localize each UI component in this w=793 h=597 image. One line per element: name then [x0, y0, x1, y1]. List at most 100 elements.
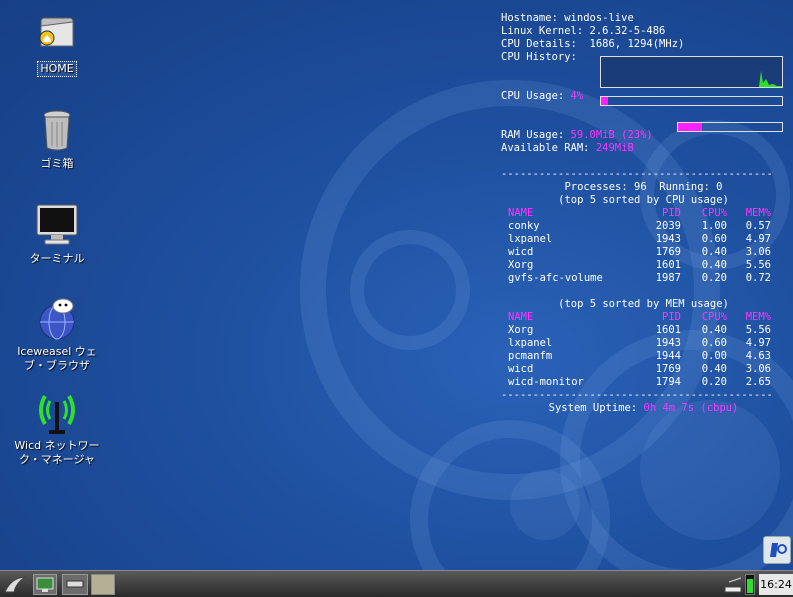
- process-cell: 1769: [655, 246, 681, 258]
- column-header: NAME: [508, 311, 534, 323]
- available-ram-row: Available RAM: 249MiB: [501, 142, 786, 155]
- column-header: NAME: [508, 207, 534, 219]
- ram-usage-bar-fill: [678, 123, 702, 131]
- process-cell: conky: [508, 220, 540, 232]
- wifi-signal-icon[interactable]: [723, 574, 743, 595]
- uptime-row: System Uptime: 0h 4m 7s (cbpu): [501, 402, 786, 415]
- cpu-history-label: CPU History:: [501, 51, 577, 63]
- clock[interactable]: 16:24: [759, 574, 793, 595]
- desktop-icon-trash[interactable]: ゴミ箱: [12, 108, 102, 171]
- available-ram-value: 249MiB: [595, 142, 634, 154]
- process-cell: 1.00: [701, 220, 727, 232]
- process-cell: 0.00: [701, 350, 727, 362]
- column-header: PID: [662, 311, 681, 323]
- process-cell: 1943: [655, 337, 681, 349]
- cpu-usage-bar-fill: [601, 97, 609, 105]
- uptime-value: 0h 4m 7s (cbpu): [643, 402, 739, 414]
- separator: ----------------------------------------…: [501, 389, 773, 401]
- process-cell: 1601: [655, 324, 681, 336]
- process-cell: 1944: [655, 350, 681, 362]
- process-cell: 4.97: [745, 233, 771, 245]
- process-cell: 4.63: [745, 350, 771, 362]
- workspace-pager[interactable]: [91, 574, 115, 595]
- desktop-icon-terminal[interactable]: ターミナル: [12, 203, 102, 266]
- process-cell: Xorg: [508, 324, 534, 336]
- trash-icon: [33, 108, 81, 154]
- process-cell: gvfs-afc-volume: [508, 272, 603, 284]
- ram-usage-label: RAM Usage:: [501, 129, 565, 141]
- process-cell: wicd: [508, 363, 534, 375]
- column-header: MEM%: [745, 207, 771, 219]
- notification-applet-icon[interactable]: [763, 536, 791, 564]
- cpu-details-value: 1686, 1294(MHz): [589, 38, 685, 50]
- desktop-icon-home[interactable]: HOME: [12, 12, 102, 77]
- top-cpu-table: NAME PID CPU% MEM% conky 2039 1.00 0.57 lxpanel 1…: [501, 207, 786, 285]
- window-icon[interactable]: [62, 574, 88, 595]
- top-mem-title: (top 5 sorted by MEM usage): [558, 298, 729, 310]
- hostname-value: windos-live: [564, 12, 634, 24]
- process-cell: 0.20: [701, 376, 727, 388]
- network-manager-icon: [33, 390, 81, 436]
- wallpaper-swirl: [350, 230, 470, 350]
- ram-usage-bar: [677, 122, 783, 132]
- kernel-value: 2.6.32-5-486: [589, 25, 666, 37]
- process-cell: lxpanel: [508, 233, 553, 245]
- process-cell: 5.56: [745, 324, 771, 336]
- process-cell: 0.60: [701, 337, 727, 349]
- terminal-icon: [33, 203, 81, 249]
- process-cell: 0.40: [701, 246, 727, 258]
- hostname-label: Hostname:: [501, 12, 558, 24]
- process-cell: lxpanel: [508, 337, 553, 349]
- cpu-history-graph: [600, 56, 783, 88]
- separator: ----------------------------------------…: [501, 168, 773, 180]
- battery-icon[interactable]: [745, 574, 755, 595]
- process-cell: 0.40: [701, 259, 727, 271]
- process-cell: 2.65: [745, 376, 771, 388]
- show-desktop-icon[interactable]: [33, 574, 57, 595]
- process-cell: pcmanfm: [508, 350, 553, 362]
- desktop-icon-label: Iceweasel ウェブ・ブラウザ: [17, 345, 97, 372]
- cpu-usage-label: CPU Usage:: [501, 90, 565, 102]
- web-browser-icon: [33, 296, 81, 342]
- process-cell: 4.97: [745, 337, 771, 349]
- desktop-icon-label: HOME: [37, 61, 77, 77]
- kernel-label: Linux Kernel:: [501, 25, 584, 37]
- process-cell: 2039: [655, 220, 681, 232]
- column-header: CPU%: [701, 311, 727, 323]
- top-mem-table: NAME PID CPU% MEM% Xorg 1601 0.40 5.56 lxpanel 19…: [501, 311, 786, 389]
- process-cell: 1794: [655, 376, 681, 388]
- lxde-menu-icon[interactable]: [2, 574, 28, 595]
- uptime-label: System Uptime:: [548, 402, 638, 414]
- ram-usage-value: 59.0MiB (23%): [570, 129, 653, 141]
- desktop-icon-label: ターミナル: [29, 252, 85, 265]
- desktop-icon-label: Wicd ネットワーク・マネージャ: [14, 439, 100, 466]
- cpu-details-row: CPU Details: 1686, 1294(MHz): [501, 38, 786, 51]
- column-header: CPU%: [701, 207, 727, 219]
- desktop-icon-browser[interactable]: Iceweasel ウェブ・ブラウザ: [12, 296, 102, 373]
- cpu-usage-bar: [600, 96, 783, 106]
- process-cell: 3.06: [745, 246, 771, 258]
- process-cell: 0.40: [701, 324, 727, 336]
- process-cell: 1769: [655, 363, 681, 375]
- process-cell: Xorg: [508, 259, 534, 271]
- process-cell: 1601: [655, 259, 681, 271]
- desktop-icon-wicd[interactable]: Wicd ネットワーク・マネージャ: [12, 390, 102, 467]
- process-cell: 1987: [655, 272, 681, 284]
- process-cell: 0.60: [701, 233, 727, 245]
- process-cell: 5.56: [745, 259, 771, 271]
- wallpaper-disc: [510, 470, 580, 540]
- column-header: MEM%: [745, 311, 771, 323]
- process-cell: wicd-monitor: [508, 376, 584, 388]
- process-cell: 0.72: [745, 272, 771, 284]
- cpu-usage-value: 4%: [570, 90, 584, 102]
- processes-line: Processes: 96 Running: 0: [564, 181, 723, 193]
- desktop-icon-label: ゴミ箱: [40, 157, 74, 170]
- taskbar: 16:24: [0, 570, 793, 597]
- process-cell: 0.57: [745, 220, 771, 232]
- available-ram-label: Available RAM:: [501, 142, 590, 154]
- hostname-row: Hostname: windos-live: [501, 12, 786, 25]
- home-folder-icon: [33, 12, 81, 58]
- column-header: PID: [662, 207, 681, 219]
- wallpaper-disc: [640, 400, 780, 540]
- top-cpu-title: (top 5 sorted by CPU usage): [558, 194, 729, 206]
